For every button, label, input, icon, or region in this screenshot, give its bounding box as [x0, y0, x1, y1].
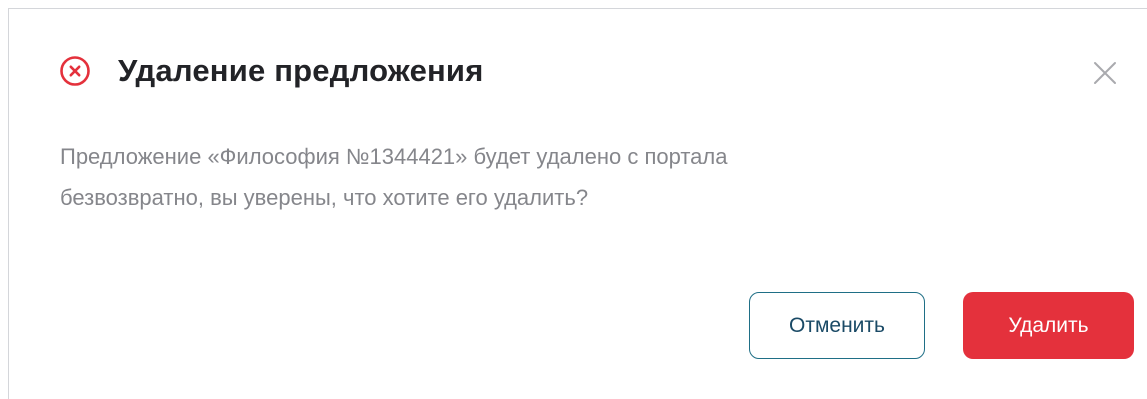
delete-button[interactable]: Удалить — [963, 292, 1134, 359]
dialog-message: Предложение «Философия №1344421» будет у… — [60, 144, 728, 210]
dialog-title: Удаление предложения — [118, 53, 484, 88]
dialog-header: Удаление предложения — [59, 53, 483, 89]
delete-offer-dialog: Удаление предложения Предложение «Филосо… — [8, 8, 1147, 399]
cancel-button[interactable]: Отменить — [749, 292, 925, 359]
close-button[interactable] — [1092, 60, 1118, 86]
error-circle-icon — [59, 55, 91, 87]
close-icon — [1092, 62, 1118, 90]
